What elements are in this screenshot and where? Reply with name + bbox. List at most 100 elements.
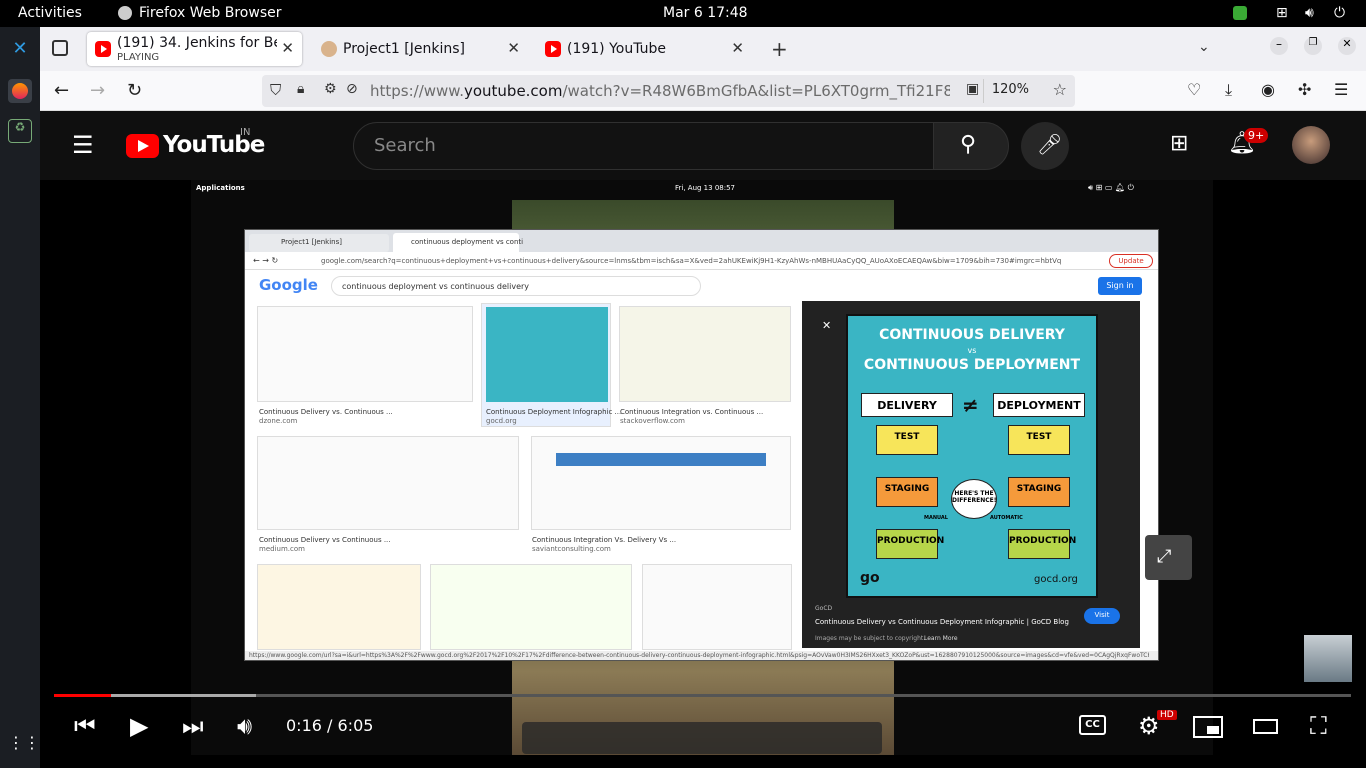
ig-staging-right: STAGING bbox=[1008, 477, 1070, 507]
expand-icon: ⤢ bbox=[1157, 546, 1172, 567]
ig-production-right: PRODUCTION bbox=[1008, 529, 1076, 559]
presenter-webcam-thumbnail bbox=[1304, 635, 1352, 682]
tab-project1-jenkins[interactable]: Project1 [Jenkins] ✕ bbox=[313, 32, 528, 66]
avatar[interactable] bbox=[1292, 126, 1330, 164]
clock[interactable]: Mar 6 17:48 bbox=[663, 5, 748, 21]
search-icon: ⚲ bbox=[960, 132, 977, 157]
account-icon[interactable]: ◉ bbox=[1261, 80, 1275, 99]
url-text[interactable]: https://www.youtube.com/watch?v=R48W6BmG… bbox=[370, 82, 950, 100]
result-thumb bbox=[257, 436, 519, 530]
firefox-icon bbox=[118, 6, 132, 20]
result-thumb bbox=[531, 436, 791, 530]
navigation-bar: ← → ↻ ⛉ 🔒︎ ⚙ ⊘ https://www.youtube.com/w… bbox=[40, 71, 1366, 111]
menu-icon[interactable]: ☰ bbox=[1334, 80, 1348, 99]
result-thumb bbox=[619, 306, 791, 402]
google-logo: Google bbox=[259, 276, 318, 294]
result-source: stackoverflow.com bbox=[620, 417, 685, 425]
close-tab-icon[interactable]: ✕ bbox=[731, 39, 744, 57]
autoplay-blocked-icon[interactable]: ⊘ bbox=[346, 81, 358, 97]
firefox-dock-icon[interactable] bbox=[8, 79, 32, 103]
time-display: 0:16 / 6:05 bbox=[286, 716, 374, 735]
play-icon[interactable]: ▶ bbox=[130, 712, 148, 740]
dock: ✕ ♻ ⋮⋮⋮ bbox=[0, 27, 56, 768]
hd-badge: HD bbox=[1157, 710, 1177, 720]
inner-clock: Fri, Aug 13 08:57 bbox=[675, 184, 735, 192]
next-icon[interactable]: ⏭ bbox=[182, 712, 204, 740]
power-icon[interactable]: ⏻ bbox=[1334, 5, 1345, 21]
vscode-icon[interactable]: ✕ bbox=[8, 38, 32, 62]
jenkins-favicon-icon bbox=[321, 41, 337, 57]
inner-search-box: continuous deployment vs continuous deli… bbox=[331, 276, 701, 296]
image-preview-panel: ✕ CONTINUOUS DELIVERY vs CONTINUOUS DEPL… bbox=[802, 301, 1140, 648]
show-apps-icon[interactable]: ⋮⋮⋮ bbox=[8, 733, 56, 757]
result-source: gocd.org bbox=[486, 417, 517, 425]
miniplayer-icon[interactable] bbox=[1193, 716, 1223, 738]
result-thumb bbox=[430, 564, 632, 650]
picture-in-picture-icon[interactable]: ▣ bbox=[966, 81, 979, 97]
close-tab-icon[interactable]: ✕ bbox=[507, 39, 520, 57]
voice-search-button[interactable]: 🎤︎ bbox=[1021, 122, 1069, 170]
inner-status-bar: https://www.google.com/url?sa=i&url=http… bbox=[245, 651, 1158, 660]
network-icon[interactable]: ⊞ bbox=[1276, 5, 1288, 21]
ig-vs: vs bbox=[967, 346, 977, 355]
ig-production-left: PRODUCTION bbox=[876, 529, 944, 559]
ig-title-1: CONTINUOUS DELIVERY bbox=[879, 327, 1065, 343]
youtube-logo-icon[interactable] bbox=[126, 134, 159, 158]
progress-bar[interactable] bbox=[54, 694, 1351, 697]
list-tabs-icon[interactable]: ⌄ bbox=[1198, 39, 1210, 55]
ig-staging-left: STAGING bbox=[876, 477, 938, 507]
fullscreen-icon[interactable]: ⛶ bbox=[1310, 712, 1327, 740]
microphone-icon: 🎤︎ bbox=[1037, 132, 1063, 156]
result-caption: Continuous Integration Vs. Delivery Vs .… bbox=[532, 536, 677, 544]
trash-icon[interactable]: ♻ bbox=[8, 119, 32, 143]
tab-youtube[interactable]: (191) YouTube ✕ bbox=[537, 32, 752, 66]
volume-player-icon[interactable]: 🔊︎ bbox=[237, 712, 252, 740]
url-bar[interactable]: ⛉ 🔒︎ ⚙ ⊘ https://www.youtube.com/watch?v… bbox=[262, 75, 1075, 107]
ig-site: gocd.org bbox=[1034, 574, 1078, 585]
bookmark-star-icon[interactable]: ☆ bbox=[1053, 80, 1067, 99]
maximize-icon[interactable]: ❐ bbox=[1304, 37, 1322, 55]
pocket-icon[interactable]: ♡ bbox=[1187, 80, 1201, 99]
guide-menu-icon[interactable]: ☰ bbox=[72, 131, 94, 159]
volume-icon[interactable]: 🔊︎ bbox=[1305, 5, 1314, 21]
tab-title: (191) 34. Jenkins for Begi bbox=[117, 35, 277, 51]
infographic-image: CONTINUOUS DELIVERY vs CONTINUOUS DEPLOY… bbox=[846, 314, 1098, 598]
inner-url: google.com/search?q=continuous+deploymen… bbox=[321, 257, 1061, 265]
back-icon[interactable]: ← bbox=[54, 80, 69, 101]
captions-icon[interactable]: CC bbox=[1079, 715, 1106, 735]
not-equal-icon: ≠ bbox=[962, 393, 979, 417]
close-tab-icon[interactable]: ✕ bbox=[281, 39, 294, 57]
ig-brand: go bbox=[860, 570, 880, 586]
update-indicator-icon[interactable] bbox=[1233, 6, 1247, 20]
downloads-icon[interactable]: ⤓ bbox=[1225, 80, 1232, 100]
reload-icon[interactable]: ↻ bbox=[127, 80, 142, 101]
ig-test-right: TEST bbox=[1008, 425, 1070, 455]
search-input[interactable]: Search bbox=[353, 122, 934, 170]
extensions-icon[interactable]: ✣ bbox=[1298, 80, 1311, 99]
permissions-icon[interactable]: ⚙ bbox=[324, 81, 337, 97]
tracking-shield-icon[interactable]: ⛉ bbox=[270, 81, 281, 99]
close-window-icon[interactable]: ✕ bbox=[1338, 37, 1356, 55]
result-thumb bbox=[257, 564, 421, 650]
search-button[interactable]: ⚲ bbox=[933, 122, 1009, 170]
youtube-header: ☰ YouTube IN Search ⚲ 🎤︎ ⊞ 🔔︎ 9+ bbox=[40, 111, 1366, 180]
previous-icon[interactable]: ⏮ bbox=[74, 712, 96, 740]
app-menu[interactable]: Firefox Web Browser bbox=[139, 5, 282, 21]
minimize-icon[interactable]: – bbox=[1270, 37, 1288, 55]
result-source: dzone.com bbox=[259, 417, 298, 425]
preview-caption: Continuous Delivery vs Continuous Deploy… bbox=[815, 618, 1069, 626]
lock-icon[interactable]: 🔒︎ bbox=[297, 81, 304, 97]
forward-icon[interactable]: → bbox=[90, 80, 105, 101]
theater-mode-icon[interactable] bbox=[1253, 719, 1278, 734]
inner-sign-in: Sign in bbox=[1098, 277, 1142, 295]
tab-jenkins-video[interactable]: (191) 34. Jenkins for Begi PLAYING ✕ bbox=[87, 32, 302, 66]
inner-nav-icons: ← → ↻ bbox=[253, 256, 279, 265]
create-video-icon[interactable]: ⊞ bbox=[1170, 131, 1188, 156]
new-tab-icon[interactable]: + bbox=[771, 37, 788, 61]
youtube-favicon-icon bbox=[95, 41, 111, 57]
inner-applications-label: Applications bbox=[196, 184, 245, 192]
firefox-view-icon[interactable] bbox=[52, 40, 68, 56]
activities-button[interactable]: Activities bbox=[18, 5, 82, 21]
zoom-level[interactable]: 120% bbox=[982, 79, 1037, 103]
exit-miniplayer-button[interactable]: ⤢ bbox=[1145, 535, 1192, 580]
